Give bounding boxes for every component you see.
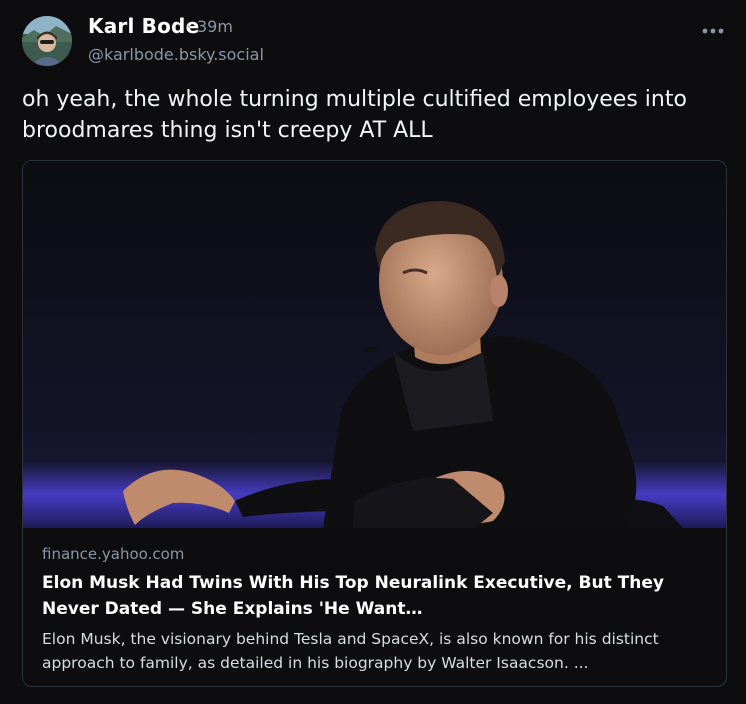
card-photo bbox=[23, 161, 726, 528]
post-text: oh yeah, the whole turning multiple cult… bbox=[22, 87, 687, 143]
more-horizontal-icon bbox=[702, 28, 724, 34]
author-handle[interactable]: @karlbode.bsky.social bbox=[88, 45, 264, 64]
link-card[interactable]: finance.yahoo.com Elon Musk Had Twins Wi… bbox=[22, 160, 727, 687]
separator-dot: · bbox=[186, 17, 192, 36]
author-name[interactable]: Karl Bode bbox=[88, 14, 199, 38]
link-card-title: Elon Musk Had Twins With His Top Neurali… bbox=[42, 573, 664, 619]
avatar-image bbox=[22, 16, 72, 66]
author-avatar[interactable] bbox=[22, 16, 72, 66]
post-timestamp[interactable]: 39m bbox=[197, 17, 233, 36]
link-card-image bbox=[23, 161, 726, 528]
link-card-description: Elon Musk, the visionary behind Tesla an… bbox=[42, 630, 659, 672]
link-card-domain: finance.yahoo.com bbox=[42, 545, 185, 563]
more-options-button[interactable] bbox=[699, 22, 727, 40]
post: Karl Bode · 39m @karlbode.bsky.social oh… bbox=[0, 0, 746, 704]
